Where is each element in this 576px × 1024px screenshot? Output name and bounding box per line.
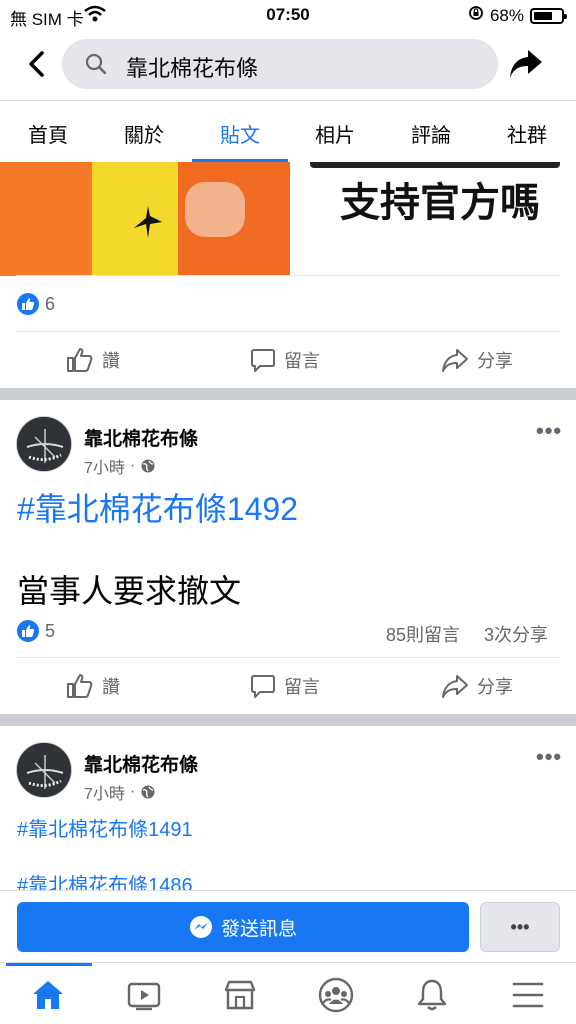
post-separator — [0, 388, 576, 400]
nav-menu-icon[interactable] — [498, 973, 558, 1017]
globe-icon — [141, 785, 155, 799]
top-header: 靠北棉花布條 — [0, 30, 576, 100]
comment-button[interactable]: 留言 — [250, 673, 320, 699]
thumbs-up-icon — [67, 348, 93, 372]
comment-icon — [251, 349, 275, 372]
bottom-navigation — [0, 962, 576, 1024]
send-message-button[interactable]: 發送訊息 — [17, 902, 469, 952]
post-separator — [0, 714, 576, 726]
send-message-label: 發送訊息 — [220, 918, 297, 940]
share-page-icon[interactable] — [508, 48, 544, 85]
meta-separator: · — [129, 783, 136, 800]
like-reaction-icon — [17, 293, 39, 315]
like-label: 讚 — [102, 677, 120, 697]
post-meta: 7小時 · — [84, 454, 156, 478]
post-meta: 7小時 · — [84, 780, 156, 804]
tab-reviews[interactable]: 評論 — [411, 119, 451, 148]
avatar[interactable] — [16, 416, 72, 472]
like-button[interactable]: 讚 — [66, 347, 120, 373]
comment-label: 留言 — [284, 351, 320, 371]
page-name[interactable]: 靠北棉花布條 — [84, 424, 198, 451]
image-caption: 支持官方嗎 — [340, 181, 540, 225]
tab-home[interactable]: 首頁 — [28, 119, 68, 148]
nav-watch-icon[interactable] — [114, 973, 174, 1017]
page-tabs: 首頁 關於 貼文 相片 評論 社群 — [0, 100, 576, 163]
post-image[interactable] — [0, 162, 290, 276]
post-hashtag[interactable]: #靠北棉花布條1486 — [17, 869, 193, 890]
tab-photos[interactable]: 相片 — [315, 119, 355, 148]
post-body: 當事人要求撤文 — [17, 573, 242, 609]
orientation-lock-icon — [468, 5, 484, 26]
comment-button[interactable]: 留言 — [250, 347, 320, 373]
tab-posts[interactable]: 貼文 — [220, 119, 260, 148]
back-icon[interactable] — [26, 50, 48, 83]
meta-separator: · — [129, 457, 136, 474]
share-button[interactable]: 分享 — [441, 673, 513, 699]
active-nav-indicator — [6, 963, 92, 966]
nav-notifications-icon[interactable] — [402, 973, 462, 1017]
battery-percent: 68% — [489, 5, 524, 25]
divider-line — [16, 275, 560, 276]
like-count[interactable]: 5 — [45, 621, 55, 642]
jordan-logo-icon — [128, 202, 168, 247]
tab-about[interactable]: 關於 — [124, 119, 164, 148]
divider-line — [16, 657, 560, 658]
comment-icon — [251, 675, 275, 698]
nav-home-icon[interactable] — [18, 973, 78, 1017]
message-bar: 發送訊息 ••• — [0, 890, 576, 962]
share-icon — [442, 675, 468, 698]
search-text: 靠北棉花布條 — [126, 56, 259, 81]
comment-label: 留言 — [284, 677, 320, 697]
messenger-icon — [189, 916, 212, 938]
like-reaction-icon — [17, 620, 39, 642]
share-count[interactable]: 3次分享 — [484, 621, 548, 647]
battery-icon — [530, 7, 567, 24]
search-icon — [84, 52, 108, 81]
post-hashtag[interactable]: #靠北棉花布條1491 — [17, 813, 193, 842]
page-name[interactable]: 靠北棉花布條 — [84, 750, 198, 777]
post-feed[interactable]: 支持官方嗎 6 讚 留言 分享 靠北棉花布條 7小時 · ••• #靠北棉花布條… — [0, 162, 576, 890]
share-icon — [442, 349, 468, 372]
nav-marketplace-icon[interactable] — [210, 973, 270, 1017]
nav-groups-icon[interactable] — [306, 973, 366, 1017]
tab-community[interactable]: 社群 — [507, 119, 547, 148]
comment-count[interactable]: 85則留言 — [386, 621, 460, 647]
post-hashtag[interactable]: #靠北棉花布條1492 — [17, 484, 298, 530]
globe-icon — [141, 459, 155, 473]
post-time[interactable]: 7小時 — [84, 780, 125, 804]
avatar[interactable] — [16, 742, 72, 798]
status-bar: 無 SIM 卡 07:50 68% — [0, 0, 576, 30]
post-image-caption-panel: 支持官方嗎 — [290, 162, 576, 276]
like-count[interactable]: 6 — [45, 294, 55, 315]
like-label: 讚 — [102, 351, 120, 371]
search-bar[interactable]: 靠北棉花布條 — [62, 39, 498, 89]
thumbs-up-icon — [67, 674, 93, 698]
post-options-icon[interactable]: ••• — [536, 418, 562, 444]
share-label: 分享 — [477, 351, 513, 371]
divider-line — [16, 331, 560, 332]
like-button[interactable]: 讚 — [66, 673, 120, 699]
share-button[interactable]: 分享 — [441, 347, 513, 373]
post-options-icon[interactable]: ••• — [536, 744, 562, 770]
more-options-button[interactable]: ••• — [480, 902, 560, 952]
share-label: 分享 — [477, 677, 513, 697]
post-time[interactable]: 7小時 — [84, 454, 125, 478]
battery-fill — [534, 11, 552, 20]
